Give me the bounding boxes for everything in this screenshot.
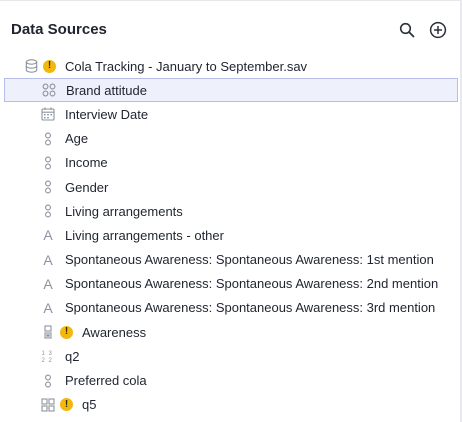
add-circle-icon[interactable] bbox=[428, 20, 448, 40]
warning-icon: ! bbox=[60, 398, 73, 412]
warning-icon: ! bbox=[60, 325, 73, 339]
tree-item-interview-date[interactable]: Interview Date bbox=[0, 102, 460, 126]
search-icon[interactable] bbox=[397, 20, 417, 40]
tree-item-income[interactable]: Income bbox=[0, 151, 460, 175]
svg-text:1: 1 bbox=[42, 351, 46, 357]
tree-item-label: q5 bbox=[82, 397, 97, 413]
tree-item-age[interactable]: Age bbox=[0, 127, 460, 151]
svg-text:2: 2 bbox=[42, 358, 46, 363]
nominal-icon bbox=[41, 156, 55, 170]
tree-item-q5[interactable]: ! q5 bbox=[0, 393, 460, 417]
tree-item-label: Income bbox=[65, 155, 108, 171]
svg-text:3: 3 bbox=[49, 351, 53, 357]
tree-item-living-arrangements-other[interactable]: A Living arrangements - other bbox=[0, 223, 460, 247]
nominal-icon bbox=[41, 180, 55, 194]
tree-item-label: Preferred cola bbox=[65, 373, 147, 389]
tree-item-awareness-2nd[interactable]: A Spontaneous Awareness: Spontaneous Awa… bbox=[0, 272, 460, 296]
tree-item-awareness-1st[interactable]: A Spontaneous Awareness: Spontaneous Awa… bbox=[0, 248, 460, 272]
numeric-grid-icon: 1232 bbox=[41, 349, 55, 363]
panel-header: Data Sources bbox=[0, 0, 462, 56]
grid-squares-icon bbox=[41, 398, 55, 412]
nominal-icon bbox=[41, 132, 55, 146]
tree-item-label: q2 bbox=[65, 348, 80, 364]
tree-root-dataset[interactable]: ! Cola Tracking - January to September.s… bbox=[0, 54, 460, 78]
warning-icon: ! bbox=[43, 59, 56, 73]
tree-item-awareness-3rd[interactable]: A Spontaneous Awareness: Spontaneous Awa… bbox=[0, 296, 460, 320]
tree-item-q2[interactable]: 1232 q2 bbox=[0, 344, 460, 368]
tree-item-awareness[interactable]: ! Awareness bbox=[0, 320, 460, 344]
tree-item-label: Spontaneous Awareness: Spontaneous Aware… bbox=[65, 300, 436, 316]
tree-item-label: Brand attitude bbox=[66, 82, 147, 98]
svg-text:2: 2 bbox=[49, 358, 53, 363]
tree-item-label: Spontaneous Awareness: Spontaneous Aware… bbox=[65, 252, 434, 268]
data-sources-tree: ! Cola Tracking - January to September.s… bbox=[0, 54, 460, 417]
database-icon bbox=[24, 59, 38, 73]
calendar-icon bbox=[41, 107, 55, 122]
tree-item-gender[interactable]: Gender bbox=[0, 175, 460, 199]
tree-item-brand-attitude[interactable]: Brand attitude bbox=[4, 78, 458, 103]
tree-item-label: Age bbox=[65, 131, 89, 147]
tree-item-label: Living arrangements bbox=[65, 203, 183, 219]
tree-item-living-arrangements[interactable]: Living arrangements bbox=[0, 199, 460, 223]
tree-item-label: Gender bbox=[65, 179, 109, 195]
text-icon: A bbox=[43, 227, 53, 244]
grid-circles-icon bbox=[42, 83, 56, 97]
text-icon: A bbox=[43, 251, 53, 268]
nominal-icon bbox=[41, 204, 55, 218]
tree-item-label: Awareness bbox=[82, 324, 147, 340]
dataset-label: Cola Tracking - January to September.sav bbox=[65, 58, 308, 74]
tree-item-label: Spontaneous Awareness: Spontaneous Aware… bbox=[65, 276, 439, 292]
text-icon: A bbox=[43, 299, 53, 316]
nominal-icon bbox=[41, 374, 55, 388]
tree-item-label: Living arrangements - other bbox=[65, 227, 224, 243]
panel-title: Data Sources bbox=[11, 21, 107, 38]
tree-item-label: Interview Date bbox=[65, 106, 149, 122]
multi-binary-icon bbox=[41, 325, 55, 339]
text-icon: A bbox=[43, 275, 53, 292]
tree-item-preferred-cola[interactable]: Preferred cola bbox=[0, 368, 460, 392]
